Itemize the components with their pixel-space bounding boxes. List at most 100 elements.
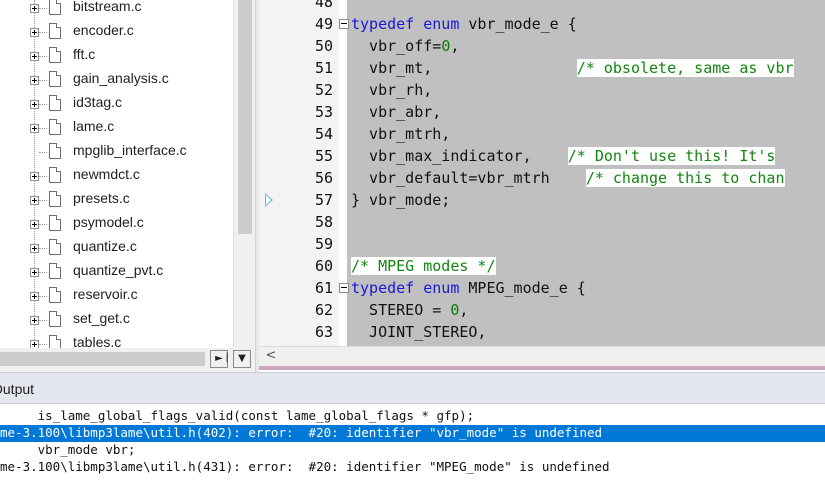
tree-branch-line xyxy=(39,200,47,201)
tree-horizontal-scrollbar[interactable]: ► | ▼ xyxy=(0,348,255,370)
tree-branch-line xyxy=(39,8,47,9)
expand-plus-icon[interactable] xyxy=(30,4,39,13)
tree-item-label: reservoir.c xyxy=(73,286,138,302)
c-file-icon xyxy=(49,167,61,183)
c-file-icon xyxy=(49,119,61,135)
c-file-icon xyxy=(49,95,61,111)
line-number: 57 xyxy=(314,191,333,209)
editor-horizontal-scrollbar[interactable]: < xyxy=(259,346,825,366)
expand-plus-icon[interactable] xyxy=(30,124,39,133)
tree-item[interactable]: reservoir.c xyxy=(0,285,233,309)
output-line[interactable]: vbr_mode vbr; xyxy=(0,442,825,459)
tree-item[interactable]: fft.c xyxy=(0,45,233,69)
project-file-tree: bitstream.c encoder.c fft.c gain_analysis.c… xyxy=(0,0,233,348)
c-file-icon xyxy=(49,47,61,63)
expand-plus-icon[interactable] xyxy=(30,220,39,229)
line-number: 48 xyxy=(314,0,333,11)
tree-item-label: lame.c xyxy=(73,118,115,134)
code-line[interactable]: vbr_mt, /* obsolete, same as vbr xyxy=(351,57,794,79)
marker-gutter[interactable] xyxy=(259,0,299,346)
output-line[interactable]: me-3.100\libmp3lame\util.h(431): error: … xyxy=(0,459,825,476)
c-file-icon xyxy=(49,335,61,348)
tree-item[interactable]: mpglib_interface.c xyxy=(0,141,233,165)
tree-item[interactable]: bitstream.c xyxy=(0,0,233,21)
expand-plus-icon[interactable] xyxy=(30,76,39,85)
expand-plus-icon[interactable] xyxy=(30,100,39,109)
tree-item[interactable]: encoder.c xyxy=(0,21,233,45)
expand-plus-icon[interactable] xyxy=(30,316,39,325)
code-line[interactable]: vbr_mtrh, xyxy=(351,123,450,145)
tree-item-label: gain_analysis.c xyxy=(73,70,169,86)
code-line[interactable]: vbr_off=0, xyxy=(351,35,459,57)
tree-item[interactable]: psymodel.c xyxy=(0,213,233,237)
code-line[interactable]: vbr_abr, xyxy=(351,101,441,123)
code-editor[interactable]: 48 49 typedef enum vbr_mode_e { 50 vbr_off=… xyxy=(259,0,825,372)
tree-item-label: encoder.c xyxy=(73,22,134,38)
tree-item-label: quantize.c xyxy=(73,238,137,254)
code-line[interactable]: vbr_default=vbr_mtrh /* change this to c… xyxy=(351,167,785,189)
expand-plus-icon[interactable] xyxy=(30,28,39,37)
line-number: 50 xyxy=(314,37,333,55)
code-line[interactable]: /* MPEG modes */ xyxy=(351,255,496,277)
c-file-icon xyxy=(49,263,61,279)
line-number: 55 xyxy=(314,147,333,165)
line-number: 59 xyxy=(314,235,333,253)
tree-item[interactable]: id3tag.c xyxy=(0,93,233,117)
expand-plus-icon[interactable] xyxy=(30,340,39,348)
tree-item[interactable]: quantize_pvt.c xyxy=(0,261,233,285)
tree-branch-line xyxy=(39,128,47,129)
tree-branch-line xyxy=(39,272,47,273)
expand-plus-icon[interactable] xyxy=(30,292,39,301)
tree-item[interactable]: set_get.c xyxy=(0,309,233,333)
output-panel[interactable]: is_lame_global_flags_valid(const lame_gl… xyxy=(0,404,825,495)
scroll-down-arrow-icon[interactable]: ▼ xyxy=(233,350,251,368)
tree-horizontal-scroll-thumb[interactable] xyxy=(0,352,205,366)
output-line[interactable]: is_lame_global_flags_valid(const lame_gl… xyxy=(0,408,825,425)
c-file-icon xyxy=(49,311,61,327)
c-file-icon xyxy=(49,0,61,15)
tree-item[interactable]: gain_analysis.c xyxy=(0,69,233,93)
tree-branch-line xyxy=(39,224,47,225)
scroll-left-arrow-icon[interactable]: < xyxy=(262,348,280,366)
code-line[interactable]: vbr_rh, xyxy=(351,79,432,101)
c-file-icon xyxy=(49,239,61,255)
output-line-selected[interactable]: me-3.100\libmp3lame\util.h(402): error: … xyxy=(0,425,825,442)
c-file-icon xyxy=(49,143,61,159)
c-file-icon xyxy=(49,215,61,231)
expand-plus-icon[interactable] xyxy=(30,196,39,205)
tree-item[interactable]: quantize.c xyxy=(0,237,233,261)
expand-plus-icon[interactable] xyxy=(30,52,39,61)
expand-plus-icon[interactable] xyxy=(30,172,39,181)
line-number: 58 xyxy=(314,213,333,231)
current-line-marker-inner xyxy=(266,195,271,205)
line-number: 63 xyxy=(314,323,333,341)
tree-vertical-scroll-thumb[interactable] xyxy=(238,0,252,234)
fold-collapse-icon[interactable] xyxy=(339,283,349,293)
line-number: 54 xyxy=(314,125,333,143)
tree-branch-line xyxy=(39,152,47,153)
code-line[interactable]: typedef enum MPEG_mode_e { xyxy=(351,277,586,299)
fold-margin xyxy=(339,0,347,346)
c-file-icon xyxy=(49,191,61,207)
tree-item[interactable]: newmdct.c xyxy=(0,165,233,189)
scroll-split-icon[interactable]: | xyxy=(222,350,232,368)
tree-item[interactable]: lame.c xyxy=(0,117,233,141)
line-number: 49 xyxy=(314,15,333,33)
tree-branch-line xyxy=(39,320,47,321)
tree-branch-line xyxy=(39,56,47,57)
code-line[interactable]: JOINT_STEREO, xyxy=(351,321,486,343)
tree-item[interactable]: presets.c xyxy=(0,189,233,213)
tree-item-label: id3tag.c xyxy=(73,94,123,110)
expand-plus-icon[interactable] xyxy=(30,268,39,277)
expand-plus-icon[interactable] xyxy=(30,244,39,253)
tree-item[interactable]: tables.c xyxy=(0,333,233,348)
code-line[interactable]: } vbr_mode; xyxy=(351,189,450,211)
tree-branch-line xyxy=(39,176,47,177)
tree-item-label: fft.c xyxy=(73,46,96,62)
code-line[interactable]: vbr_max_indicator, /* Don't use this! It… xyxy=(351,145,776,167)
tree-vertical-scrollbar[interactable] xyxy=(233,0,255,348)
code-line[interactable]: STEREO = 0, xyxy=(351,299,468,321)
fold-collapse-icon[interactable] xyxy=(339,19,349,29)
code-line[interactable]: typedef enum vbr_mode_e { xyxy=(351,13,577,35)
tree-item-label: bitstream.c xyxy=(73,0,142,14)
